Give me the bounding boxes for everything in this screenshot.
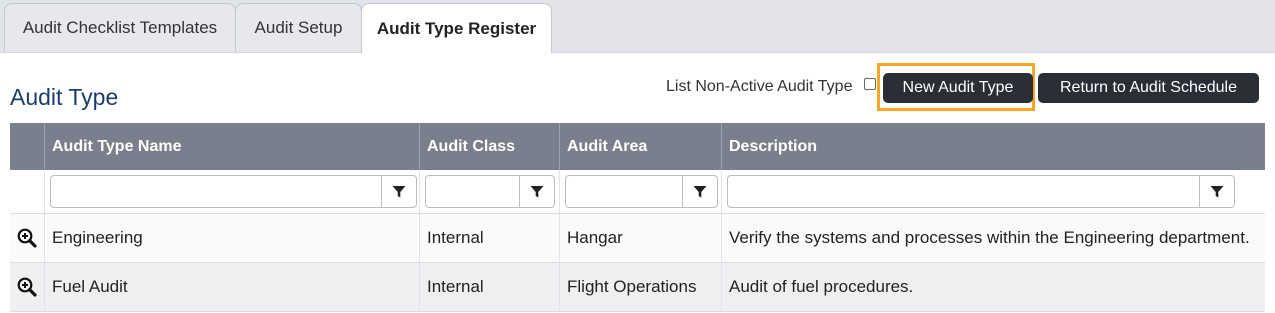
filter-cell-name	[44, 170, 419, 213]
cell-audit-type-name: Fuel Audit	[44, 263, 419, 311]
cell-audit-class: Internal	[419, 214, 559, 262]
cell-audit-area: Flight Operations	[559, 263, 721, 311]
funnel-icon[interactable]	[1199, 176, 1234, 207]
filter-spacer	[10, 170, 44, 213]
description-filter-input[interactable]	[727, 175, 1235, 208]
return-to-audit-schedule-button[interactable]: Return to Audit Schedule	[1038, 73, 1259, 103]
cell-audit-type-name: Engineering	[44, 214, 419, 262]
non-active-label: List Non-Active Audit Type	[666, 78, 853, 95]
class-filter-input[interactable]	[425, 175, 555, 208]
row-view-cell	[10, 214, 44, 262]
table-row[interactable]: Engineering Internal Hangar Verify the s…	[10, 214, 1265, 263]
column-header-area[interactable]: Audit Area	[559, 123, 721, 170]
tab-bar: Audit Checklist Templates Audit Setup Au…	[0, 0, 1275, 53]
filter-cell-description	[721, 170, 1265, 213]
row-view-cell	[10, 263, 44, 311]
page-title: Audit Type	[10, 84, 119, 110]
funnel-icon[interactable]	[519, 176, 554, 207]
name-filter-input[interactable]	[50, 175, 417, 208]
non-active-checkbox[interactable]	[864, 78, 876, 90]
funnel-icon[interactable]	[381, 176, 416, 207]
zoom-in-icon[interactable]	[17, 277, 37, 297]
area-filter-input[interactable]	[565, 175, 718, 208]
grid-header: Audit Type Name Audit Class Audit Area D…	[10, 123, 1265, 170]
audit-type-grid: Audit Type Name Audit Class Audit Area D…	[10, 123, 1265, 312]
funnel-icon[interactable]	[682, 176, 717, 207]
tab-audit-type-register[interactable]: Audit Type Register	[361, 3, 552, 53]
cell-description: Verify the systems and processes within …	[721, 214, 1265, 262]
cell-audit-class: Internal	[419, 263, 559, 311]
tab-audit-checklist-templates[interactable]: Audit Checklist Templates	[4, 3, 236, 52]
zoom-in-icon[interactable]	[17, 228, 37, 248]
cell-audit-area: Hangar	[559, 214, 721, 262]
column-header-name[interactable]: Audit Type Name	[44, 123, 419, 170]
header-spacer	[10, 123, 44, 170]
filter-cell-class	[419, 170, 559, 213]
table-row[interactable]: Fuel Audit Internal Flight Operations Au…	[10, 263, 1265, 312]
new-audit-type-button[interactable]: New Audit Type	[883, 73, 1033, 103]
column-header-class[interactable]: Audit Class	[419, 123, 559, 170]
tab-audit-setup[interactable]: Audit Setup	[235, 3, 362, 52]
column-header-description[interactable]: Description	[721, 123, 1265, 170]
cell-description: Audit of fuel procedures.	[721, 263, 1265, 311]
filter-cell-area	[559, 170, 721, 213]
filter-row	[10, 170, 1265, 214]
